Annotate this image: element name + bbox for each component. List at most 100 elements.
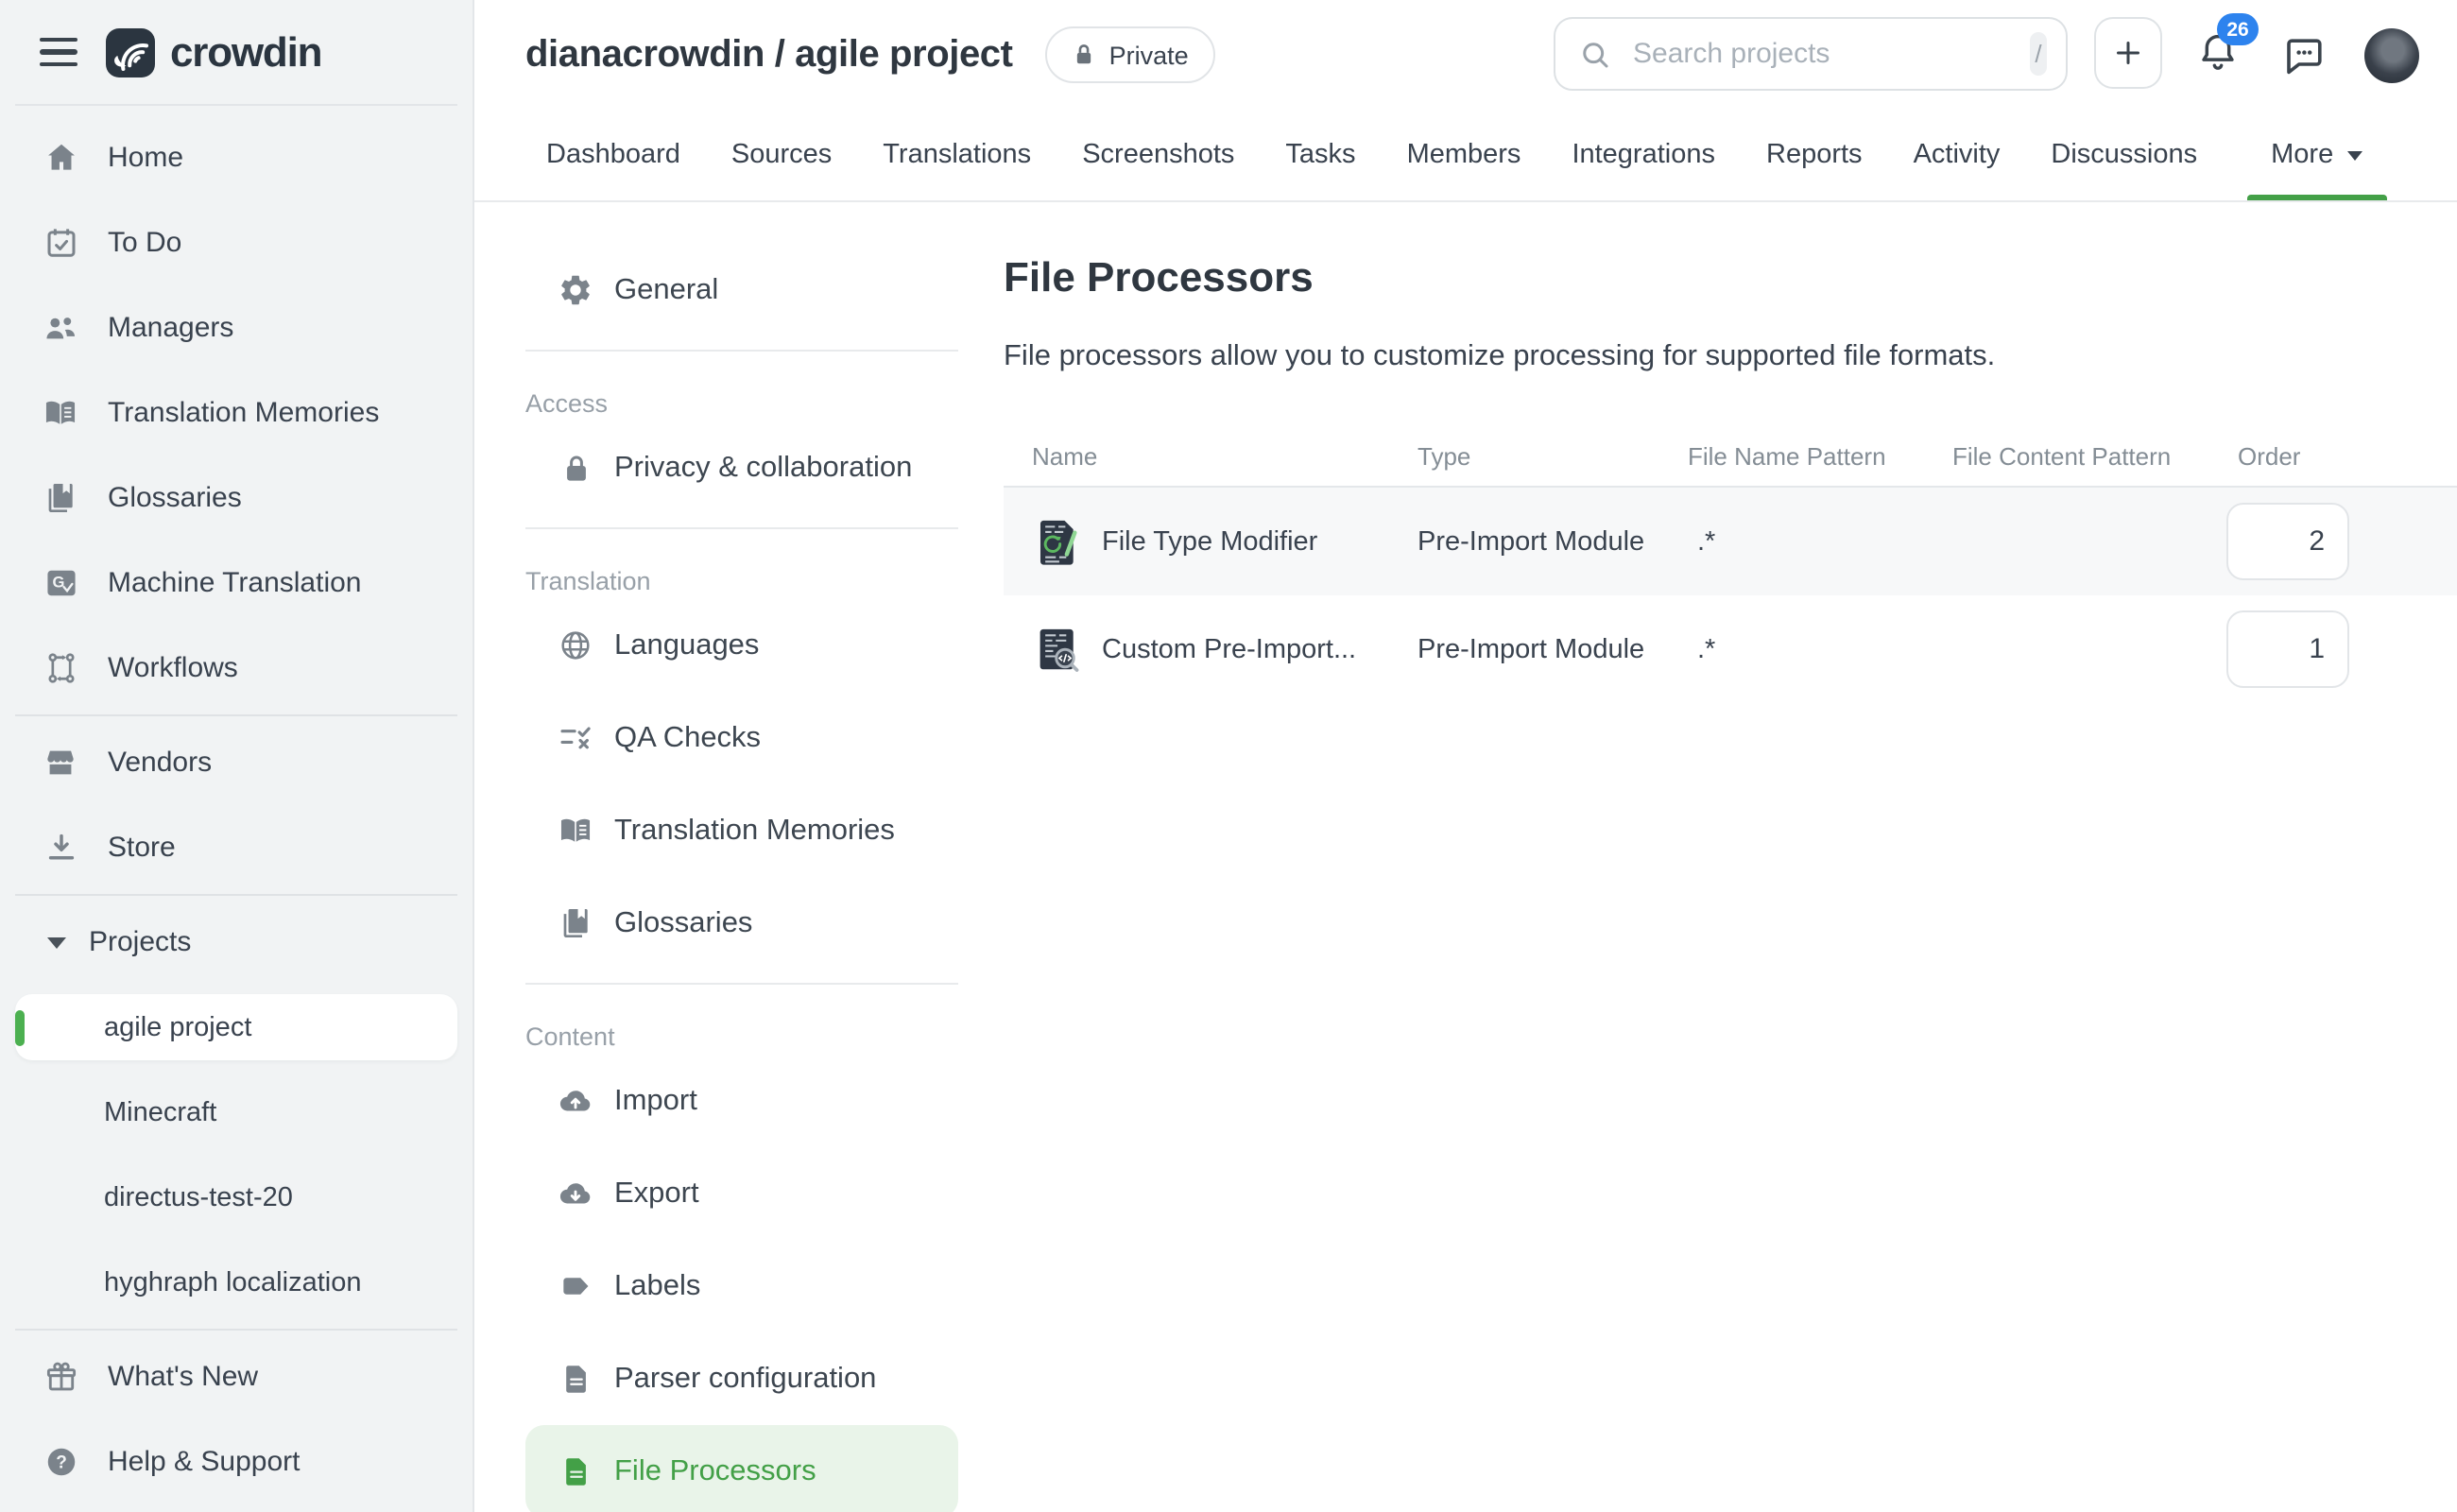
project-label: hyghraph localization bbox=[104, 1267, 361, 1297]
sidebar-project-agile-project[interactable]: agile project bbox=[15, 994, 457, 1060]
sidebar-item-workflows[interactable]: Workflows bbox=[0, 626, 472, 711]
user-avatar[interactable] bbox=[2364, 28, 2419, 83]
sidebar-item-label: Store bbox=[108, 832, 176, 864]
column-header-file-name-pattern: File Name Pattern bbox=[1688, 441, 1952, 470]
managers-icon bbox=[42, 310, 79, 346]
glossaries-icon bbox=[42, 480, 79, 516]
tab-activity[interactable]: Activity bbox=[1912, 110, 2002, 200]
search-input[interactable] bbox=[1629, 36, 2013, 72]
hamburger-menu-icon[interactable] bbox=[40, 38, 77, 66]
languages-globe-icon bbox=[558, 627, 593, 663]
tab-sources[interactable]: Sources bbox=[730, 110, 833, 200]
tab-members[interactable]: Members bbox=[1405, 110, 1523, 200]
settings-item-privacy-collaboration[interactable]: Privacy & collaboration bbox=[525, 421, 958, 514]
sidebar-item-glossaries[interactable]: Glossaries bbox=[0, 455, 472, 541]
sidebar-project-minecraft[interactable]: Minecraft bbox=[0, 1070, 472, 1155]
sidebar-item-help-support[interactable]: ? Help & Support bbox=[0, 1419, 472, 1504]
settings-item-label: Glossaries bbox=[614, 906, 752, 940]
settings-item-export[interactable]: Export bbox=[525, 1147, 958, 1240]
settings-item-translation-memories[interactable]: Translation Memories bbox=[525, 784, 958, 877]
settings-divider bbox=[525, 527, 958, 529]
file-type-modifier-icon bbox=[1036, 517, 1081, 566]
tab-more[interactable]: More bbox=[2246, 110, 2386, 200]
help-question-icon: ? bbox=[42, 1444, 79, 1480]
sidebar-header: crowdin bbox=[0, 0, 472, 104]
translation-memories-icon bbox=[42, 395, 79, 431]
processor-type: Pre-Import Module bbox=[1418, 634, 1688, 664]
sidebar-item-managers[interactable]: Managers bbox=[0, 285, 472, 370]
tab-tasks[interactable]: Tasks bbox=[1283, 110, 1357, 200]
create-project-button[interactable] bbox=[2094, 17, 2162, 89]
main-content: File Processors File processors allow yo… bbox=[1004, 244, 2457, 703]
settings-item-qa-checks[interactable]: QA Checks bbox=[525, 692, 958, 784]
settings-item-label: File Processors bbox=[614, 1454, 816, 1488]
export-cloud-icon bbox=[558, 1176, 593, 1211]
order-input[interactable] bbox=[2226, 610, 2349, 688]
parser-configuration-icon bbox=[558, 1361, 593, 1397]
import-cloud-icon bbox=[558, 1083, 593, 1119]
sidebar-projects-toggle[interactable]: Projects bbox=[0, 900, 472, 985]
sidebar-item-label: Managers bbox=[108, 312, 233, 344]
table-row-file-type-modifier[interactable]: File Type Modifier Pre-Import Module .* bbox=[1004, 488, 2457, 595]
sidebar-item-vendors[interactable]: Vendors bbox=[0, 720, 472, 805]
lock-icon bbox=[1072, 42, 1096, 68]
file-processors-icon bbox=[558, 1453, 593, 1489]
search-box[interactable]: / bbox=[1554, 17, 2068, 91]
chevron-down-icon bbox=[47, 936, 66, 948]
translation-memories-icon bbox=[558, 813, 593, 849]
settings-item-labels[interactable]: Labels bbox=[525, 1240, 958, 1332]
settings-divider bbox=[525, 983, 958, 985]
sidebar-item-translation-memories[interactable]: Translation Memories bbox=[0, 370, 472, 455]
plus-icon bbox=[2111, 36, 2145, 70]
sidebar-project-directus-test-20[interactable]: directus-test-20 bbox=[0, 1155, 472, 1240]
custom-pre-import-icon bbox=[1036, 625, 1081, 674]
tab-integrations[interactable]: Integrations bbox=[1570, 110, 1717, 200]
notifications-button[interactable]: 26 bbox=[2196, 30, 2240, 77]
content-title: File Processors bbox=[1004, 251, 2457, 304]
table-row-custom-pre-import[interactable]: Custom Pre-Import... Pre-Import Module .… bbox=[1004, 595, 2457, 703]
sidebar-footer: What's New ? Help & Support bbox=[0, 1334, 472, 1504]
sidebar-nav: Home To Do Managers Translation Memories bbox=[0, 106, 472, 711]
privacy-badge-label: Private bbox=[1109, 41, 1189, 69]
sidebar-item-label: Glossaries bbox=[108, 482, 242, 514]
settings-item-parser-configuration[interactable]: Parser configuration bbox=[525, 1332, 958, 1425]
sidebar-item-label: Translation Memories bbox=[108, 397, 379, 429]
tab-dashboard[interactable]: Dashboard bbox=[544, 110, 682, 200]
messages-button[interactable] bbox=[2281, 34, 2327, 77]
settings-item-label: Privacy & collaboration bbox=[614, 451, 912, 485]
home-icon bbox=[42, 140, 79, 176]
table-header-row: Name Type File Name Pattern File Content… bbox=[1004, 425, 2457, 488]
tab-reports[interactable]: Reports bbox=[1764, 110, 1864, 200]
chevron-down-icon bbox=[2346, 150, 2362, 160]
column-header-type: Type bbox=[1418, 441, 1688, 470]
order-input[interactable] bbox=[2226, 503, 2349, 580]
sidebar-item-home[interactable]: Home bbox=[0, 115, 472, 200]
main-sidebar: crowdin Home To Do Managers bbox=[0, 0, 474, 1512]
sidebar-item-label: Home bbox=[108, 142, 183, 174]
settings-item-import[interactable]: Import bbox=[525, 1055, 958, 1147]
sidebar-item-whats-new[interactable]: What's New bbox=[0, 1334, 472, 1419]
sidebar-divider bbox=[15, 714, 457, 716]
lock-icon bbox=[558, 451, 593, 485]
crowdin-wordmark: crowdin bbox=[170, 27, 321, 77]
sidebar-item-store[interactable]: Store bbox=[0, 805, 472, 890]
settings-item-label: Labels bbox=[614, 1269, 700, 1303]
settings-item-label: Parser configuration bbox=[614, 1362, 876, 1396]
column-header-file-content-pattern: File Content Pattern bbox=[1952, 441, 2226, 470]
processor-file-name-pattern: .* bbox=[1688, 634, 1952, 664]
settings-item-glossaries[interactable]: Glossaries bbox=[525, 877, 958, 970]
tab-discussions[interactable]: Discussions bbox=[2049, 110, 2199, 200]
sidebar-item-machine-translation[interactable]: G Machine Translation bbox=[0, 541, 472, 626]
tab-screenshots[interactable]: Screenshots bbox=[1080, 110, 1236, 200]
settings-item-languages[interactable]: Languages bbox=[525, 599, 958, 692]
crowdin-logo[interactable]: crowdin bbox=[106, 27, 321, 77]
settings-item-label: General bbox=[614, 273, 718, 307]
settings-item-label: Languages bbox=[614, 628, 759, 662]
settings-item-file-processors[interactable]: File Processors bbox=[525, 1425, 958, 1512]
settings-item-general[interactable]: General bbox=[525, 244, 958, 336]
sidebar-project-hyghraph-localization[interactable]: hyghraph localization bbox=[0, 1240, 472, 1325]
sidebar-item-todo[interactable]: To Do bbox=[0, 200, 472, 285]
tab-translations[interactable]: Translations bbox=[881, 110, 1033, 200]
privacy-badge: Private bbox=[1045, 26, 1215, 83]
sidebar-item-label: Workflows bbox=[108, 652, 238, 684]
